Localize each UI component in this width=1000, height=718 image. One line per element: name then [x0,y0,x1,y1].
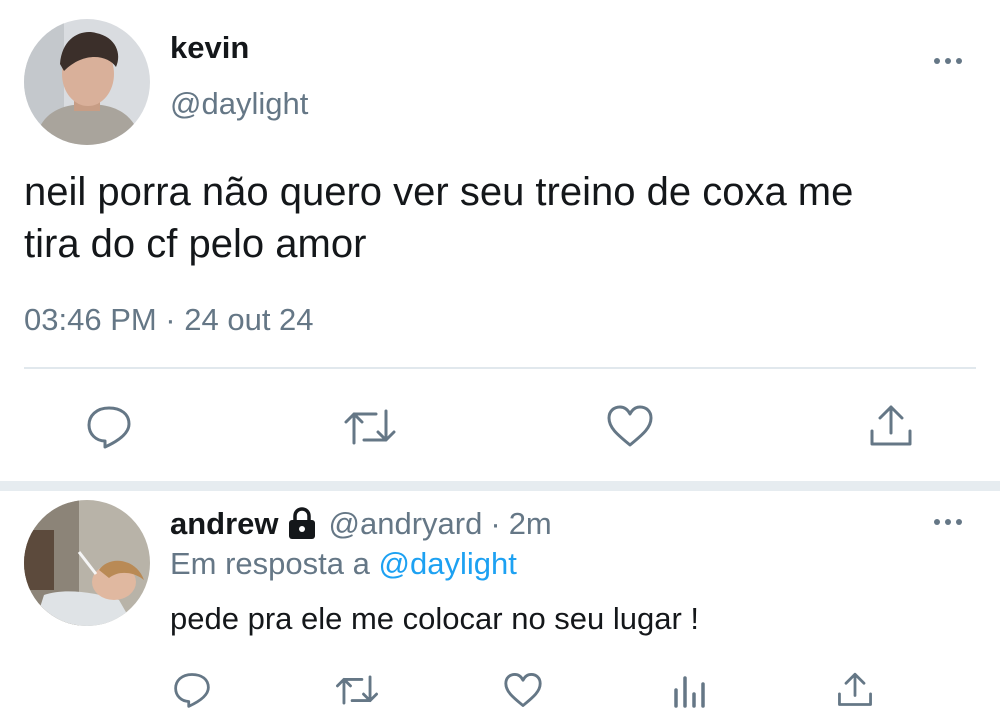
more-options-button[interactable] [932,55,964,67]
tweet-text-line: neil porra não quero ver seu treino de c… [24,170,854,214]
more-options-button[interactable] [932,516,964,528]
reply-text: pede pra ele me colocar no seu lugar ! [170,601,700,636]
user-handle[interactable]: @daylight [170,86,308,122]
time-ago[interactable]: 2m [509,506,552,542]
in-reply-handle-link[interactable]: @daylight [379,546,517,581]
share-icon [870,405,912,446]
more-dot-icon [934,58,940,64]
retweet-icon [336,675,378,705]
retweet-icon [344,409,396,445]
like-button[interactable] [503,672,543,708]
avatar[interactable] [24,19,150,145]
like-icon [607,405,653,447]
separator-dot: · [490,506,501,541]
reply-icon [87,406,131,449]
more-dot-icon [956,58,962,64]
divider [24,367,976,369]
retweet-button[interactable] [335,673,379,707]
share-button[interactable] [868,403,914,447]
tweet-timestamp[interactable]: 03:46 PM · 24 out 24 [24,302,314,338]
display-name[interactable]: kevin [170,30,249,66]
analytics-button[interactable] [672,674,708,708]
reply-button[interactable] [86,405,132,449]
like-button[interactable] [606,404,654,448]
in-reply-to: Em resposta a @daylight [170,546,517,582]
lock-icon [288,507,315,539]
tweet-text: neil porra não quero ver seu treino de c… [24,166,853,270]
more-dot-icon [956,519,962,525]
reply-header: andrew @andryard · 2m [170,506,552,542]
more-dot-icon [945,58,951,64]
analytics-icon [674,676,705,708]
like-icon [504,673,542,707]
tweet-text-line: tira do cf pelo amor [24,222,367,266]
reply-icon [174,673,210,708]
more-dot-icon [934,519,940,525]
share-icon [838,672,872,706]
avatar[interactable] [24,500,150,626]
section-separator [0,481,1000,491]
in-reply-prefix: Em resposta a [170,546,370,581]
retweet-button[interactable] [343,407,397,447]
more-dot-icon [945,519,951,525]
reply-button[interactable] [173,672,211,708]
user-handle[interactable]: @andryard [329,506,483,542]
share-button[interactable] [836,671,874,707]
display-name[interactable]: andrew [170,506,279,542]
